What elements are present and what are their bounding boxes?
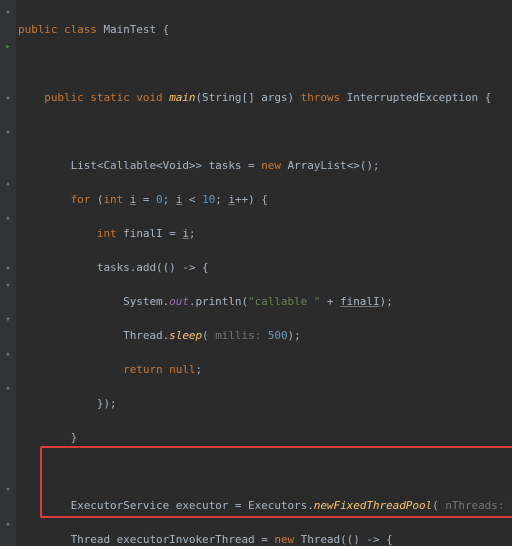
code-editor[interactable]: ▾ ▸ ▾ ▾ ▴ ▴ ▾ ▾ ▾ ▴ ▴ ▾ ▴ ▴ public class…: [0, 0, 512, 546]
fold-marker-icon[interactable]: ▴: [3, 346, 13, 356]
code-area[interactable]: public class MainTest { public static vo…: [16, 4, 512, 546]
code-line[interactable]: int finalI = i;: [18, 225, 512, 242]
code-line[interactable]: public class MainTest {: [18, 21, 512, 38]
fold-marker-icon[interactable]: ▴: [3, 176, 13, 186]
fold-marker-icon[interactable]: ▾: [3, 91, 13, 101]
code-line[interactable]: public static void main(String[] args) t…: [18, 89, 512, 106]
code-line[interactable]: }: [18, 429, 512, 446]
code-line[interactable]: [18, 123, 512, 140]
fold-marker-icon[interactable]: ▾: [3, 278, 13, 288]
code-line[interactable]: return null;: [18, 361, 512, 378]
code-line[interactable]: List<Callable<Void>> tasks = new ArrayLi…: [18, 157, 512, 174]
fold-marker-icon[interactable]: ▴: [3, 516, 13, 526]
fold-marker-icon[interactable]: ▴: [3, 380, 13, 390]
fold-marker-icon[interactable]: ▾: [3, 5, 13, 15]
fold-marker-icon[interactable]: ▾: [3, 261, 13, 271]
code-line[interactable]: });: [18, 395, 512, 412]
editor-gutter: ▾ ▸ ▾ ▾ ▴ ▴ ▾ ▾ ▾ ▴ ▴ ▾ ▴ ▴: [0, 0, 16, 546]
code-line[interactable]: ExecutorService executor = Executors.new…: [18, 497, 512, 514]
code-line[interactable]: System.out.println("callable " + finalI)…: [18, 293, 512, 310]
fold-marker-icon[interactable]: ▾: [3, 482, 13, 492]
run-gutter-icon[interactable]: ▸: [3, 39, 13, 49]
fold-marker-icon[interactable]: ▾: [3, 125, 13, 135]
code-line[interactable]: [18, 55, 512, 72]
fold-marker-icon[interactable]: ▾: [3, 312, 13, 322]
code-line[interactable]: Thread.sleep( millis: 500);: [18, 327, 512, 344]
code-line[interactable]: Thread executorInvokerThread = new Threa…: [18, 531, 512, 546]
fold-marker-icon[interactable]: ▴: [3, 210, 13, 220]
code-line[interactable]: [18, 463, 512, 480]
code-line[interactable]: tasks.add(() -> {: [18, 259, 512, 276]
code-line[interactable]: for (int i = 0; i < 10; i++) {: [18, 191, 512, 208]
